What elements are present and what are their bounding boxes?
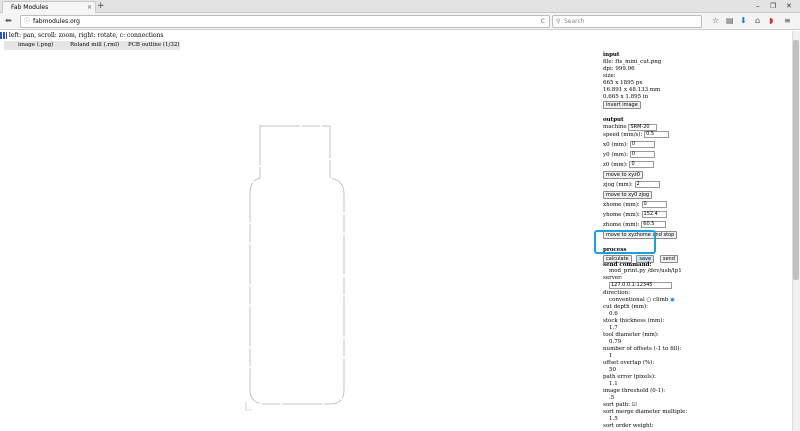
x0-input[interactable]: 0 <box>629 141 655 148</box>
scrollbar-thumb[interactable] <box>793 40 799 280</box>
board-outline-path <box>249 125 345 405</box>
zhome-input[interactable]: 60.5 <box>641 221 667 228</box>
new-tab-icon[interactable]: + <box>97 0 105 12</box>
download-icon[interactable]: ⬇ <box>740 13 747 29</box>
menu-image[interactable]: image (.png) <box>18 41 53 50</box>
server-label: server: <box>603 275 623 281</box>
origin-marker <box>245 402 252 411</box>
x0-label: x0 (mm): <box>603 142 628 148</box>
zhome-label: zhome (mm): <box>603 222 640 228</box>
send-command-value[interactable]: mod_print.py /dev/usb/lp1 <box>603 268 723 275</box>
menu-icon[interactable]: ≡ <box>784 13 791 29</box>
bookmark-star-icon[interactable]: ☆ <box>712 13 719 29</box>
speed-input[interactable]: 0.5 <box>644 131 670 138</box>
direction-label: direction: <box>603 290 630 296</box>
tab-close-icon[interactable]: × <box>87 2 92 13</box>
overlap-value[interactable]: 50 <box>603 367 723 374</box>
menu-pcb-outline[interactable]: PCB outline (1/32) <box>128 41 179 50</box>
close-window-icon[interactable]: ✕ <box>786 0 792 12</box>
send-button[interactable]: send <box>659 255 678 263</box>
reading-list-icon[interactable]: ▤ <box>726 13 734 29</box>
toolpath-preview[interactable] <box>240 120 350 415</box>
offsets-label: number of offsets (-1 to fill): <box>603 346 682 352</box>
server-input[interactable]: 127.0.0.1:12345 <box>609 282 672 289</box>
threshold-label: image threshold (0-1): <box>603 388 666 394</box>
reload-icon[interactable]: C <box>541 16 545 27</box>
output-heading: output <box>603 117 624 123</box>
yhome-label: yhome (mm): <box>603 212 640 218</box>
pocket-icon[interactable]: ◗ <box>769 13 773 29</box>
move-to-xy0-zjog-button[interactable]: move to xy0 zjog <box>603 191 653 199</box>
input-heading: input <box>603 52 620 58</box>
restore-icon[interactable]: ❐ <box>770 0 776 12</box>
mods-grid-icon[interactable] <box>0 32 7 39</box>
speed-label: speed (mm/s): <box>603 132 643 138</box>
conventional-label: conventional <box>609 297 645 303</box>
xhome-label: xhome (mm): <box>603 202 640 208</box>
input-size-mm: 16.891 x 48.133 mm <box>603 87 661 93</box>
merge-diameter-value[interactable]: 1.5 <box>603 416 723 423</box>
tool-diameter-label: tool diameter (mm): <box>603 332 659 338</box>
z0-input[interactable]: 0 <box>629 161 655 168</box>
offsets-value[interactable]: 1 <box>603 353 723 360</box>
threshold-value[interactable]: .5 <box>603 395 723 402</box>
browser-tab[interactable]: Fab Modules × <box>2 1 96 13</box>
move-to-xyz0-button[interactable]: move to xyz0 <box>603 171 643 179</box>
machine-select[interactable]: SRM-20 <box>628 124 658 131</box>
save-highlight-box <box>594 230 656 254</box>
url-bar[interactable]: ⓘ fabmodules.org C <box>20 15 550 28</box>
stock-thickness-value[interactable]: 1.7 <box>603 325 723 332</box>
sort-path-checkbox[interactable]: ☑ <box>632 402 637 408</box>
minimize-icon[interactable]: – <box>756 0 760 12</box>
climb-label: climb <box>653 297 669 303</box>
search-input[interactable]: ⚲ Search <box>552 15 702 28</box>
input-file: file: fts_mini_cut.png <box>603 59 662 65</box>
mods-hint-bar: left: pan, scroll: zoom, right: rotate, … <box>0 31 180 41</box>
xhome-input[interactable]: 0 <box>641 201 667 208</box>
input-size-label: size: <box>603 73 616 79</box>
zjog-label: zjog (mm): <box>603 182 633 188</box>
tab-title: Fab Modules <box>11 4 49 11</box>
machine-label: machine <box>603 124 627 130</box>
tab-strip <box>0 0 800 13</box>
module-menu-bar: image (.png) Roland mill (.rml) PCB outl… <box>4 41 180 50</box>
search-icon: ⚲ <box>556 18 561 25</box>
merge-diameter-label: sort merge diameter multiple: <box>603 409 688 415</box>
cut-depth-label: cut depth (mm): <box>603 304 648 310</box>
path-error-label: path error (pixels): <box>603 374 656 380</box>
url-text: fabmodules.org <box>33 18 80 25</box>
y0-label: y0 (mm): <box>603 152 628 158</box>
info-icon[interactable]: ⓘ <box>24 16 30 27</box>
sort-order-label: sort order weight: <box>603 423 654 429</box>
stock-thickness-label: stock thickness (mm): <box>603 318 665 324</box>
z0-label: z0 (mm): <box>603 162 628 168</box>
conventional-radio[interactable]: ○ <box>646 297 651 303</box>
yhome-input[interactable]: 152.4 <box>641 211 667 218</box>
zjog-input[interactable]: 2 <box>634 181 660 188</box>
tool-diameter-value[interactable]: 0.79 <box>603 339 723 346</box>
climb-radio[interactable]: ◉ <box>670 297 675 303</box>
invert-image-button[interactable]: invert image <box>603 101 641 109</box>
back-icon[interactable]: ⬅ <box>5 13 12 29</box>
y0-input[interactable]: 0 <box>629 151 655 158</box>
input-size-in: 0.665 x 1.895 in <box>603 94 649 100</box>
home-icon[interactable]: ⌂ <box>755 13 760 29</box>
menu-roland-mill[interactable]: Roland mill (.rml) <box>70 41 119 50</box>
input-size-px: 665 x 1895 px <box>603 80 643 86</box>
input-dpi: dpi: 999.96 <box>603 66 635 72</box>
sort-path-label: sort path: <box>603 402 631 408</box>
search-placeholder: Search <box>564 18 585 25</box>
path-error-value[interactable]: 1.1 <box>603 381 723 388</box>
overlap-label: offset overlap (%): <box>603 360 655 366</box>
mods-hint: left: pan, scroll: zoom, right: rotate, … <box>8 32 164 39</box>
cut-depth-value[interactable]: 0.6 <box>603 311 723 318</box>
